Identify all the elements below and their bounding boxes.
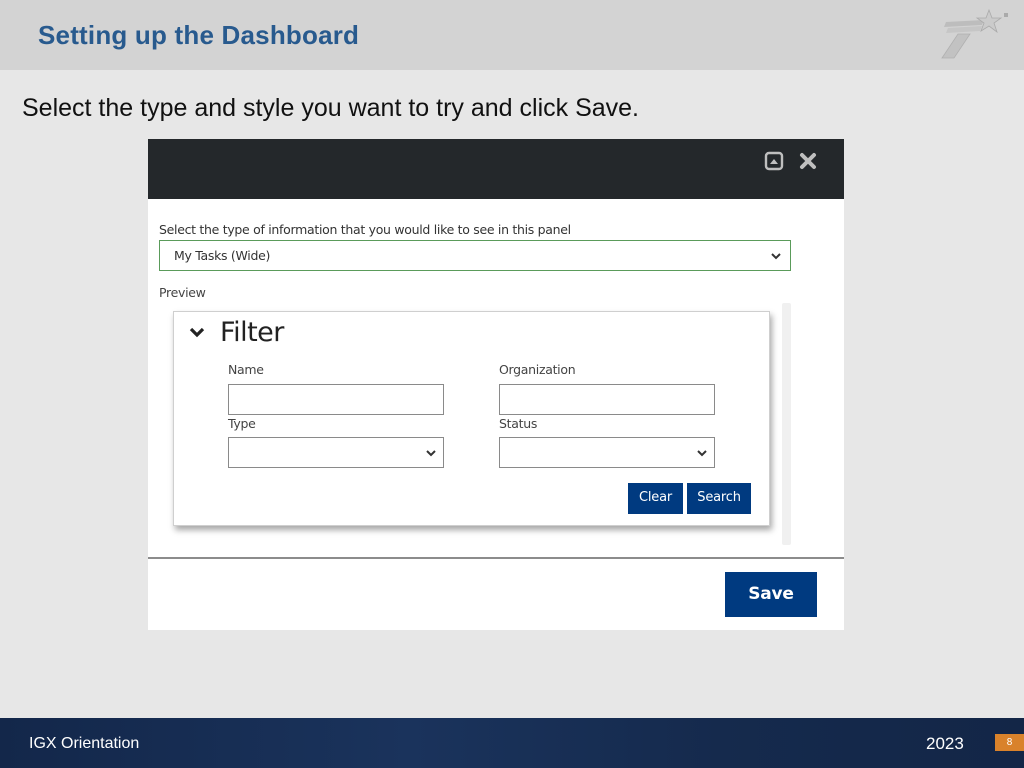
page-number-badge: 8 [995,734,1024,751]
panel-type-select[interactable]: My Tasks (Wide) [159,240,791,271]
footer-year: 2023 [926,734,964,753]
search-button[interactable]: Search [687,483,751,514]
chevron-down-icon[interactable] [188,326,206,340]
instruction-text: Select the type and style you want to tr… [22,94,639,122]
panel-type-label: Select the type of information that you … [159,222,571,237]
type-label: Type [228,416,256,431]
slide-footer: IGX Orientation 2023 8 [0,718,1024,768]
filter-title: Filter [220,317,284,348]
panel-type-value: My Tasks (Wide) [174,248,271,263]
name-input[interactable] [228,384,444,415]
footer-presentation-name: IGX Orientation [29,735,140,752]
preview-label: Preview [159,285,206,300]
slide-title-bar: Setting up the Dashboard [0,0,1024,70]
dialog-header [148,139,844,199]
name-label: Name [228,362,264,377]
status-select[interactable] [499,437,715,468]
status-label: Status [499,416,538,431]
close-icon[interactable] [798,151,818,171]
organization-label: Organization [499,362,576,377]
chevron-down-icon [771,253,781,260]
type-select[interactable] [228,437,444,468]
chevron-down-icon [426,450,436,457]
save-button[interactable]: Save [725,572,817,617]
clear-button[interactable]: Clear [628,483,683,514]
slide-title: Setting up the Dashboard [38,20,360,50]
filter-preview-card: Filter Name Organization Type Status Cle… [173,311,770,526]
organization-input[interactable] [499,384,715,415]
restore-icon[interactable] [764,151,784,171]
preview-scrollbar[interactable] [782,303,791,545]
chevron-down-icon [697,450,707,457]
panel-settings-dialog: Select the type of information that you … [148,139,844,630]
logo-star-icon [941,8,1008,59]
dialog-divider [148,557,844,559]
